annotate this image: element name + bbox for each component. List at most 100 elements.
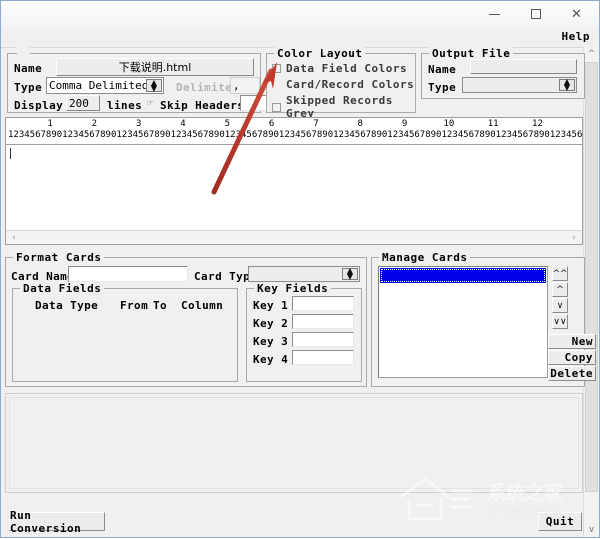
scroll-up-icon[interactable]: ^ [584, 47, 599, 61]
ruler-tick-5: 5 [225, 119, 230, 129]
move-bottom-button[interactable]: ∨∨ [552, 314, 568, 329]
close-button[interactable]: ✕ [556, 1, 597, 27]
quit-button[interactable]: Quit [538, 512, 582, 531]
move-down-button[interactable]: ∨ [552, 298, 568, 313]
ruler-tick-2: 2 [92, 119, 97, 129]
window-controls: ✕ [474, 1, 597, 28]
column-header-column: Column [181, 299, 223, 312]
ruler-tick-10: 10 [443, 119, 454, 129]
output-name-label: Name [428, 63, 456, 76]
checkbox-label: Data Field Colors [286, 62, 407, 75]
ruler-tick-8: 8 [358, 119, 363, 129]
chevron-down-icon[interactable]: ▲▼ [559, 79, 575, 91]
output-type-label: Type [428, 81, 456, 94]
data-fields-legend: Data Fields [20, 282, 104, 295]
key-fields-legend: Key Fields [254, 282, 331, 295]
ruler-tick-7: 7 [313, 119, 318, 129]
run-conversion-button[interactable]: Run Conversion [9, 512, 105, 531]
ruler-tick-4: 4 [180, 119, 185, 129]
display-label: Display [14, 99, 63, 112]
scroll-down-icon[interactable]: ∨ [584, 523, 599, 537]
text-caret [10, 148, 11, 159]
list-item[interactable] [380, 268, 546, 283]
input-type-label: Type [14, 81, 42, 94]
scrollbar-thumb[interactable] [585, 62, 598, 492]
card-name-input[interactable] [68, 266, 188, 282]
format-cards-legend: Format Cards [13, 251, 104, 264]
checkbox-data-field-colors[interactable]: Data Field Colors [272, 62, 407, 75]
key1-input[interactable] [292, 296, 354, 311]
copy-card-button[interactable]: Copy [548, 350, 596, 365]
window-vertical-scrollbar[interactable]: ^ ∨ [583, 47, 599, 537]
new-card-button[interactable]: New [548, 334, 596, 349]
scroll-left-icon[interactable]: ‹ [7, 231, 21, 244]
ruler-ones-row: 1234567890123456789012345678901234567890… [8, 130, 582, 140]
color-layout-group: Color Layout Data Field Colors Card/Reco… [266, 53, 416, 113]
file-content-textarea[interactable] [6, 145, 582, 223]
key2-label: Key 2 [253, 317, 288, 330]
ruler-tick-11: 11 [488, 119, 499, 129]
ruler-tick-9: 9 [402, 119, 407, 129]
skip-headers-label: Skip Headers [160, 99, 244, 112]
column-ruler: 123456789101112 123456789012345678901234… [6, 118, 582, 145]
maximize-icon [531, 9, 541, 19]
input-name-field[interactable]: 下载说明.html [56, 58, 254, 76]
title-bar: ✕ [1, 1, 599, 29]
output-file-group: Output File Name Type ▲▼ [421, 53, 585, 99]
scroll-right-icon[interactable]: › [567, 231, 581, 244]
ruler-tick-1: 1 [47, 119, 52, 129]
output-name-field[interactable] [470, 59, 577, 74]
key4-input[interactable] [292, 350, 354, 365]
key4-label: Key 4 [253, 353, 288, 366]
card-type-combo[interactable]: ▲▼ [248, 266, 360, 282]
move-up-button[interactable]: ^ [552, 282, 568, 297]
column-header-data-type: Data Type [35, 299, 98, 312]
input-file-legend [17, 47, 30, 60]
checkbox-card-record-colors[interactable]: Card/Record Colors [272, 78, 414, 91]
key2-input[interactable] [292, 314, 354, 329]
manage-cards-group: Manage Cards ^^ ^ ∨ ∨∨ New Copy Delete [371, 257, 585, 387]
input-type-combo[interactable]: Comma Delimited ▲▼ [46, 77, 164, 94]
ruler-tick-6: 6 [269, 119, 274, 129]
column-header-from: From [120, 299, 148, 312]
manage-cards-list[interactable] [378, 266, 548, 378]
data-fields-rows[interactable] [15, 315, 235, 379]
output-type-combo[interactable]: ▲▼ [462, 77, 577, 93]
move-top-button[interactable]: ^^ [552, 266, 568, 281]
file-preview-panel: 123456789101112 123456789012345678901234… [5, 117, 583, 245]
minimize-icon [489, 14, 500, 15]
chevron-down-icon[interactable]: ▲▼ [146, 79, 162, 92]
format-cards-group: Format Cards Card Name Card Type ▲▼ Data… [5, 257, 367, 387]
close-icon: ✕ [571, 8, 582, 21]
ruler-tick-3: 3 [136, 119, 141, 129]
maximize-button[interactable] [515, 1, 556, 27]
chevron-down-icon[interactable]: ▲▼ [342, 268, 358, 280]
application-window: ✕ Help ^ ∨ Name 下载说明.html Type Comma Del… [0, 0, 600, 538]
hand-pointer-icon: ☞ [147, 98, 153, 109]
checkbox-label: Card/Record Colors [286, 78, 414, 91]
input-name-label: Name [14, 62, 42, 75]
key-fields-group: Key Fields Key 1 Key 2 Key 3 Key 4 [246, 288, 362, 382]
input-file-group: Name 下载说明.html Type Comma Delimited ▲▼ D… [7, 53, 261, 113]
color-layout-legend: Color Layout [274, 47, 365, 60]
manage-cards-legend: Manage Cards [379, 251, 470, 264]
lines-label: lines [107, 99, 142, 112]
delimiter-field[interactable]: , [230, 77, 260, 94]
input-type-value: Comma Delimited [49, 79, 148, 92]
results-panel-inner [9, 397, 579, 489]
key1-label: Key 1 [253, 299, 288, 312]
key3-input[interactable] [292, 332, 354, 347]
column-header-to: To [153, 299, 167, 312]
menu-item-help[interactable]: Help [562, 30, 591, 43]
minimize-button[interactable] [474, 1, 515, 27]
key3-label: Key 3 [253, 335, 288, 348]
checkbox-icon[interactable] [272, 103, 281, 112]
checkbox-icon[interactable] [272, 64, 281, 73]
preview-horizontal-scrollbar[interactable]: ‹ › [6, 230, 582, 244]
data-fields-group: Data Fields Data Type From To Column [12, 288, 238, 382]
results-panel [5, 393, 583, 493]
ruler-tick-12: 12 [532, 119, 543, 129]
display-lines-field[interactable]: 200 [66, 95, 100, 111]
menu-bar: Help [1, 28, 599, 48]
delete-card-button[interactable]: Delete [548, 366, 596, 381]
